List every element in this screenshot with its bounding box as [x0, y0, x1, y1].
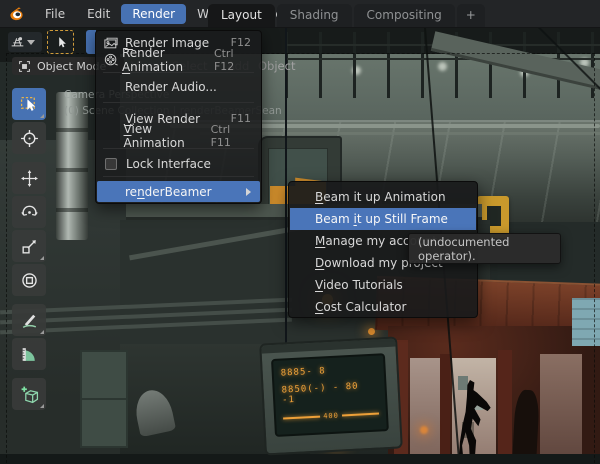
- render-menu-dropdown: Render Image F12 Render Animation Ctrl F…: [95, 30, 262, 204]
- menu-item-render-audio[interactable]: Render Audio...: [97, 78, 260, 95]
- select-box-icon: [20, 96, 35, 111]
- menu-file[interactable]: File: [34, 4, 76, 24]
- submenu-arrow-icon: [246, 187, 251, 196]
- tooltip-text: (undocumented operator).: [418, 234, 510, 263]
- menu-item-label: Render Animation: [121, 45, 184, 74]
- operator-tooltip: (undocumented operator).: [408, 233, 561, 264]
- blender-logo-icon[interactable]: [8, 5, 25, 22]
- shortcut-label: Ctrl F12: [213, 46, 235, 73]
- cursor-icon: [20, 129, 38, 147]
- topbar: File Edit Render Window Help Layout Shad…: [0, 0, 600, 28]
- tab-layout[interactable]: Layout: [208, 4, 275, 27]
- menu-separator: [103, 102, 254, 103]
- menu-item-label: renderBeamer: [125, 184, 212, 199]
- editor-type-selector[interactable]: [8, 32, 42, 52]
- menu-item-view-animation[interactable]: View Animation Ctrl F11: [97, 122, 260, 150]
- shortcut-label: Ctrl F11: [210, 122, 231, 149]
- tab-shading[interactable]: Shading: [276, 4, 352, 27]
- transform-icon: [21, 272, 37, 288]
- menu-item-lock-interface[interactable]: Lock Interface: [97, 155, 260, 172]
- tool-scale[interactable]: [12, 230, 46, 262]
- submenu-item-beam-still-frame[interactable]: Beam it up Still Frame: [290, 208, 476, 230]
- menu-item-label: Render Audio...: [125, 79, 217, 94]
- add-workspace-button[interactable]: +: [456, 4, 485, 27]
- tool-rotate[interactable]: [12, 196, 46, 228]
- menu-item-render-animation[interactable]: Render Animation Ctrl F12: [97, 46, 260, 74]
- tab-compositing[interactable]: Compositing: [353, 4, 455, 27]
- menu-item-label: View Animation: [123, 121, 185, 150]
- blender-window: File Edit Render Window Help Layout Shad…: [0, 0, 600, 464]
- menu-separator: [103, 72, 254, 73]
- workspace-tabs: Layout Shading Compositing +: [208, 3, 487, 27]
- scale-icon: [21, 239, 36, 254]
- tool-add-cube[interactable]: [12, 378, 46, 410]
- viewport: 8885- 8 8850(-) - 80 -1 400 View Select …: [0, 28, 600, 464]
- active-tool-indicator[interactable]: [47, 30, 74, 54]
- menu-render[interactable]: Render: [121, 3, 187, 24]
- menu-separator: [103, 148, 254, 149]
- viewport-menu-object[interactable]: Object: [258, 59, 295, 73]
- submenu-item-beam-animation[interactable]: Beam it up Animation: [290, 186, 476, 208]
- add-cube-icon: [21, 386, 38, 403]
- menu-item-renderbeamer[interactable]: renderBeamer: [97, 181, 260, 202]
- lock-interface-checkbox[interactable]: [105, 157, 117, 170]
- film-reel-icon: [104, 53, 122, 67]
- rotate-icon: [20, 205, 38, 216]
- chevron-down-icon: [27, 39, 35, 45]
- menu-edit[interactable]: Edit: [76, 4, 121, 24]
- measure-icon: [22, 347, 35, 361]
- tool-select-box[interactable]: [12, 88, 46, 120]
- tool-move[interactable]: [12, 162, 46, 194]
- select-cursor-icon: [58, 37, 66, 48]
- viewport-editor-icon: [11, 36, 24, 46]
- object-mode-icon: [19, 60, 30, 72]
- menu-separator: [103, 176, 254, 177]
- submenu-item-video-tutorials[interactable]: Video Tutorials: [290, 274, 476, 296]
- tool-transform[interactable]: [12, 264, 46, 296]
- menu-item-label: Lock Interface: [126, 156, 211, 171]
- tool-shelf: [12, 88, 46, 412]
- tool-cursor[interactable]: [12, 122, 46, 154]
- submenu-item-cost-calculator[interactable]: Cost Calculator: [290, 296, 476, 318]
- annotate-pencil-icon: [22, 314, 36, 328]
- move-icon: [20, 169, 38, 187]
- tool-measure[interactable]: [12, 338, 46, 370]
- tool-annotate[interactable]: [12, 304, 46, 336]
